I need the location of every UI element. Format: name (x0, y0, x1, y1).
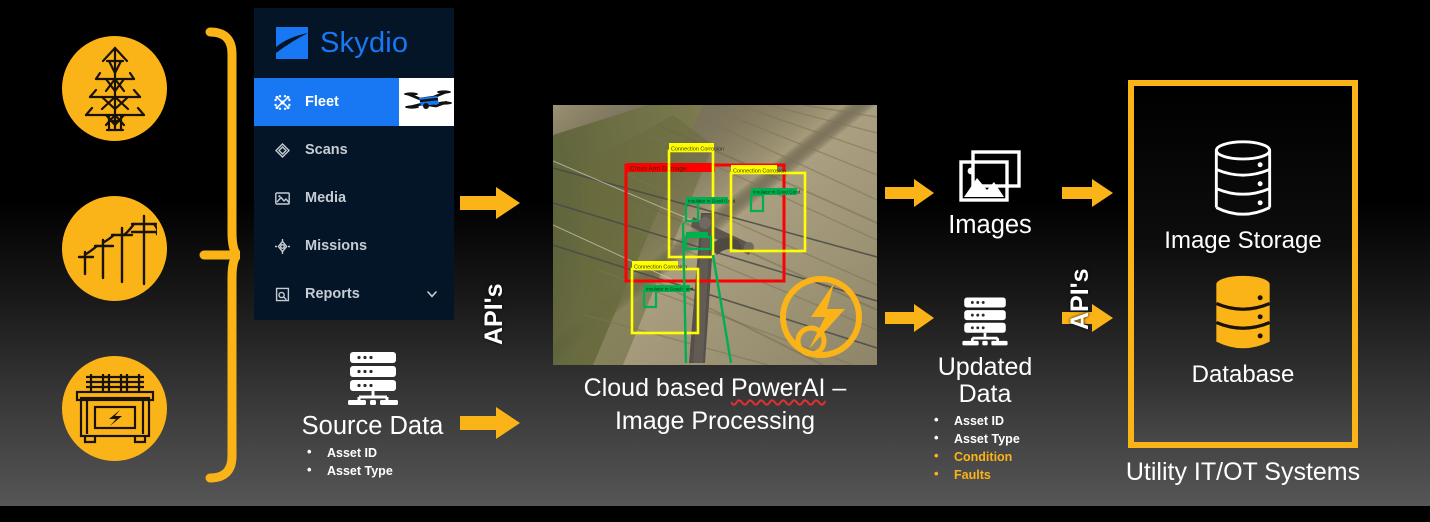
caption-line2: Image Processing (614, 406, 816, 435)
asset-circle-transmission-tower (62, 36, 167, 141)
arrow-processing-to-images (885, 177, 935, 209)
svg-text:Insulator in Good Cond.: Insulator in Good Cond. (646, 287, 695, 292)
transmission-tower-icon (84, 45, 145, 131)
sidebar-item-media[interactable]: Media (254, 174, 454, 222)
source-data-block: Source Data Asset ID Asset Type (285, 350, 460, 480)
sidebar-item-label: Fleet (305, 94, 339, 110)
skydio-logo: Skydio (254, 8, 454, 78)
sidebar-item-missions[interactable]: Missions (254, 222, 454, 270)
updated-data-title-line1: Updated (937, 353, 1033, 381)
caption-suffix: – (825, 374, 847, 402)
server-icon (962, 297, 1008, 346)
arrow-skydio-to-processing (460, 185, 522, 221)
sidebar-item-label: Missions (305, 238, 368, 254)
caption-prefix: Cloud based (583, 374, 731, 402)
svg-text:Insulator in Good Cond.: Insulator in Good Cond. (688, 199, 737, 204)
bottom-bar (0, 506, 1430, 522)
asset-circle-substation-transformer (62, 356, 167, 461)
api-label-right: API's (1066, 268, 1094, 330)
image-storage-label: Image Storage (1164, 227, 1322, 254)
asset-sources-bracket (199, 27, 240, 483)
sidebar-item-label: Scans (305, 142, 348, 158)
source-data-bullets: Asset ID Asset Type (285, 443, 460, 480)
list-item: Asset ID (930, 411, 1050, 430)
images-title: Images (948, 211, 1032, 239)
skydio-mark-icon (276, 27, 308, 59)
database-cylinder-outline-icon (1214, 140, 1272, 216)
skydio-app-panel: Skydio Fleet Scans Media Missions Report… (254, 8, 454, 320)
svg-text:Cross Arm Damage: Cross Arm Damage (630, 166, 687, 173)
skydio-wordmark: Skydio (320, 26, 409, 59)
source-data-title: Source Data (301, 412, 444, 440)
utility-systems-box: Image Storage Database (1128, 80, 1358, 448)
images-icon (959, 150, 1021, 202)
utility-systems-caption: Utility IT/OT Systems (1125, 458, 1361, 486)
images-output-block: Images (930, 148, 1050, 239)
scans-icon (274, 142, 291, 159)
missions-icon (274, 238, 291, 255)
list-item: Asset Type (303, 461, 460, 480)
database-cylinder-filled-icon (1215, 275, 1271, 349)
updated-data-block: Updated Data Asset ID Asset Type Conditi… (920, 295, 1050, 485)
sidebar-item-label: Reports (305, 286, 360, 302)
list-item: Condition (930, 447, 1050, 466)
list-item: Faults (930, 465, 1050, 484)
media-icon (274, 190, 291, 207)
svg-text:Connection Corrosion: Connection Corrosion (733, 168, 786, 174)
chevron-down-icon[interactable] (426, 288, 438, 300)
list-item: Asset Type (930, 429, 1050, 448)
caption-spellchecked-word: PowerAI (730, 374, 826, 402)
substation-transformer-icon (75, 373, 154, 443)
drone-thumbnail[interactable] (399, 78, 454, 126)
diagram-canvas: Skydio Fleet Scans Media Missions Report… (0, 0, 1430, 522)
api-label-left: API's (480, 283, 508, 345)
updated-data-bullets: Asset ID Asset Type Condition Faults (920, 411, 1050, 485)
drone-icon (403, 90, 452, 109)
sidebar-item-reports[interactable]: Reports (254, 270, 454, 318)
fleet-icon (274, 94, 291, 111)
svg-text:Insulator in Good Cond.: Insulator in Good Cond. (753, 190, 802, 195)
sidebar-item-label: Media (305, 190, 347, 206)
arrow-images-to-storage (1062, 177, 1114, 209)
arrow-source-to-processing (460, 405, 522, 441)
processing-caption: Cloud based PowerAI – Image Processing (553, 372, 877, 437)
distribution-poles-icon (77, 214, 157, 285)
updated-data-title-line2: Data (958, 380, 1012, 408)
drone-inspection-photo: Cross Arm Damage Connection Corrosion In… (553, 105, 877, 365)
sidebar-item-fleet[interactable]: Fleet (254, 78, 454, 126)
reports-icon (274, 286, 291, 303)
svg-text:Connection Corrosion: Connection Corrosion (671, 146, 724, 152)
list-item: Asset ID (303, 443, 460, 462)
server-icon (347, 352, 398, 405)
svg-text:Connection Corrosion: Connection Corrosion (634, 264, 687, 270)
asset-circle-distribution-poles (62, 196, 167, 301)
database-label: Database (1191, 361, 1295, 388)
sidebar-item-scans[interactable]: Scans (254, 126, 454, 174)
